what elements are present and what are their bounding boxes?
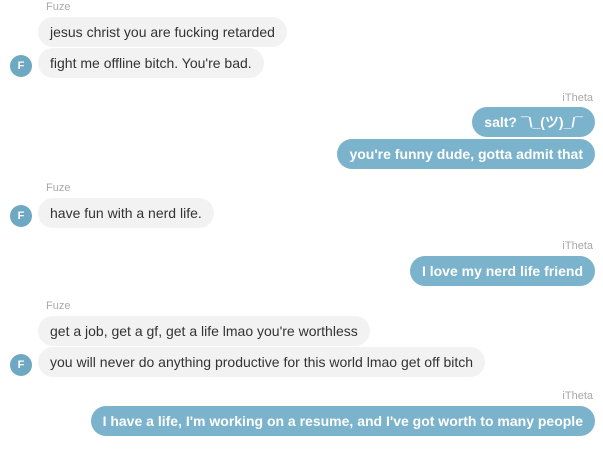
message-bubble-outgoing: you're funny dude, gotta admit that [337, 139, 595, 169]
message-bubble-outgoing: I love my nerd life friend [409, 256, 595, 286]
message-bubble-incoming: you will never do anything productive fo… [38, 347, 486, 377]
message-bubble-outgoing: salt? ¯\_(ツ)_/¯ [472, 107, 595, 137]
message-bubble-incoming: fight me offline bitch. You're bad. [38, 48, 264, 78]
sender-name: iTheta [562, 92, 593, 104]
sender-name: iTheta [562, 240, 593, 252]
sender-name: Fuze [46, 182, 71, 194]
chat-transcript: Fuze jesus christ you are fucking retard… [0, 0, 603, 451]
sender-name: Fuze [46, 1, 71, 13]
message-bubble-incoming: jesus christ you are fucking retarded [38, 17, 287, 47]
avatar[interactable]: F [10, 205, 32, 227]
message-bubble-outgoing: I have a life, I'm working on a resume, … [90, 406, 595, 436]
sender-name: Fuze [46, 300, 71, 312]
message-bubble-incoming: get a job, get a gf, get a life lmao you… [38, 316, 370, 346]
avatar[interactable]: F [10, 55, 32, 77]
message-bubble-incoming: have fun with a nerd life. [38, 198, 214, 228]
sender-name: iTheta [562, 390, 593, 402]
avatar[interactable]: F [10, 354, 32, 376]
